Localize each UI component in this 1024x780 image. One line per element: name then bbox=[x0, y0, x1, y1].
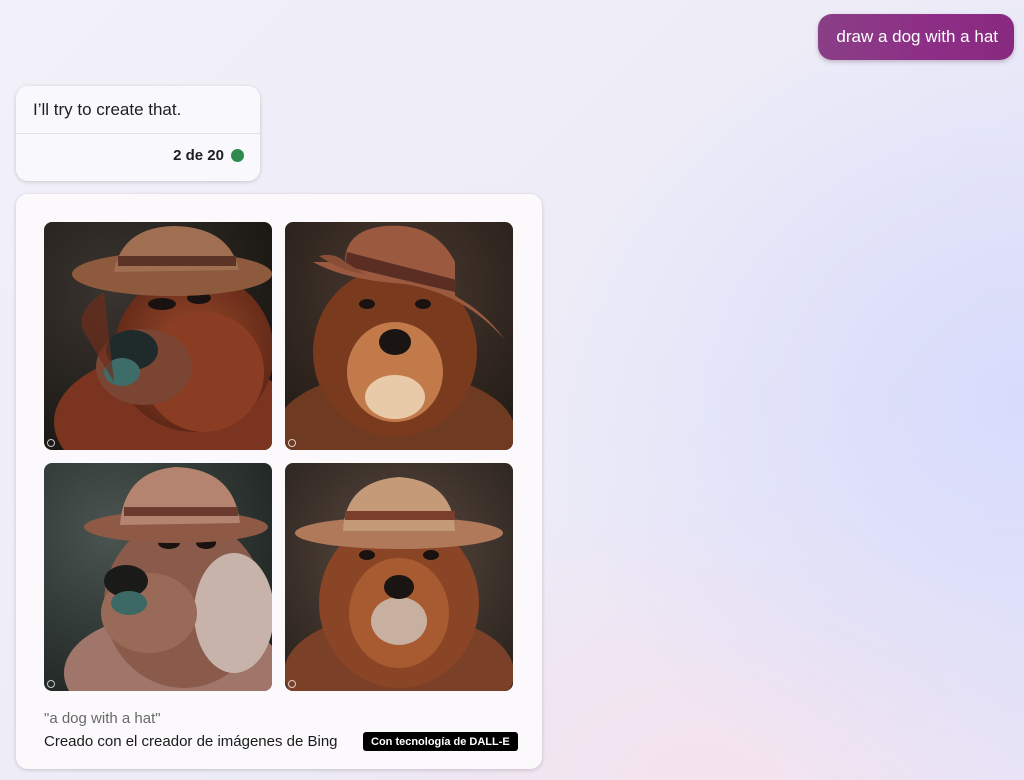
bing-logo-icon bbox=[288, 680, 296, 688]
creator-attribution: Creado con el creador de imágenes de Bin… bbox=[44, 733, 338, 750]
image-result-card: "a dog with a hat" Creado con el creador… bbox=[16, 194, 542, 769]
dog-image-4-art bbox=[285, 463, 513, 691]
divider bbox=[16, 133, 260, 134]
dalle-badge: Con tecnología de DALL-E bbox=[363, 732, 518, 751]
generated-image-1[interactable] bbox=[44, 222, 272, 450]
bing-logo-icon bbox=[47, 439, 55, 447]
bot-message-text: I’ll try to create that. bbox=[33, 100, 182, 119]
user-message-text: draw a dog with a hat bbox=[836, 27, 998, 46]
generated-image-3[interactable] bbox=[44, 463, 272, 691]
dog-image-1-art bbox=[44, 222, 272, 450]
dog-image-3-art bbox=[44, 463, 272, 691]
turn-counter: 2 de 20 bbox=[173, 147, 244, 164]
bot-message-card: I’ll try to create that. 2 de 20 bbox=[16, 86, 260, 181]
user-message-bubble: draw a dog with a hat bbox=[818, 14, 1014, 60]
generated-image-2[interactable] bbox=[285, 222, 513, 450]
bing-logo-icon bbox=[288, 439, 296, 447]
bing-logo-icon bbox=[47, 680, 55, 688]
turn-counter-label: 2 de 20 bbox=[173, 147, 224, 164]
generated-image-4[interactable] bbox=[285, 463, 513, 691]
dog-image-2-art bbox=[285, 222, 513, 450]
image-prompt: "a dog with a hat" bbox=[44, 710, 161, 727]
status-dot-icon bbox=[231, 149, 244, 162]
